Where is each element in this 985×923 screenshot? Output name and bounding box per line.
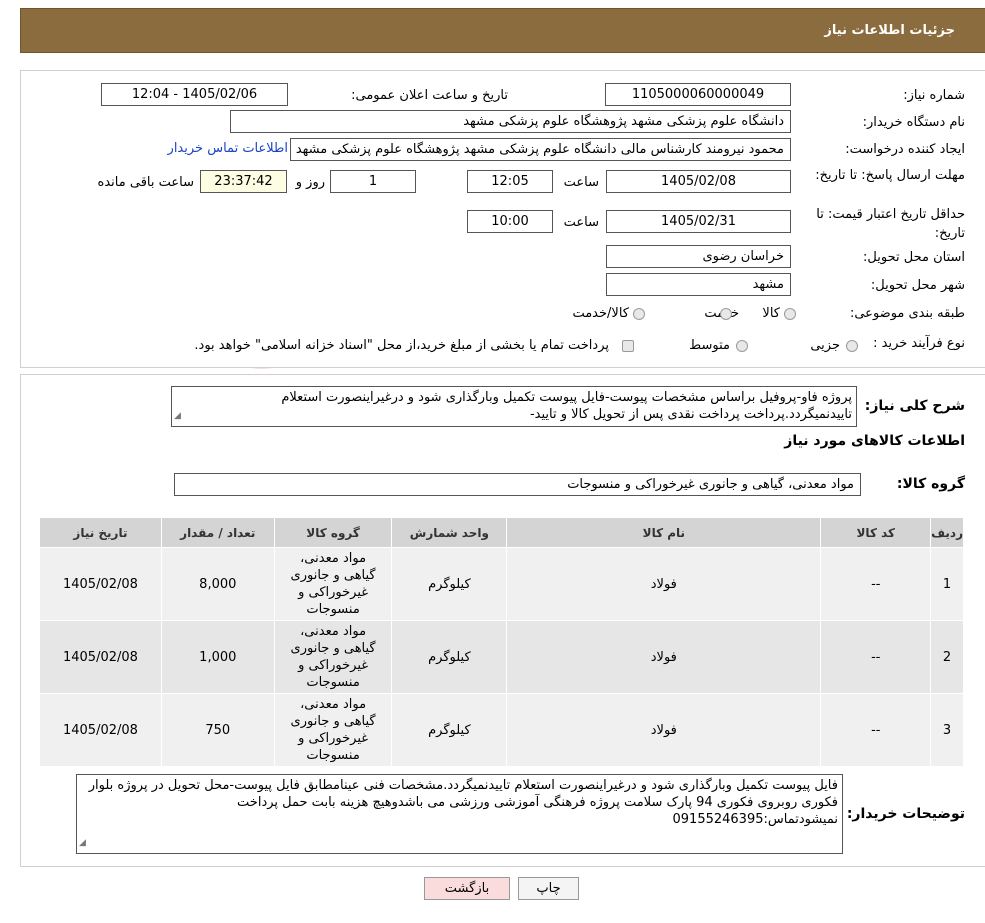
- buyer-org-field[interactable]: دانشگاه علوم پزشکی مشهد پژوهشگاه علوم پز…: [230, 110, 791, 133]
- price-validity-date-field[interactable]: 1405/02/31: [606, 210, 791, 233]
- cell-date: 1405/02/08: [39, 693, 162, 767]
- announce-datetime-field[interactable]: 1405/02/06 - 12:04: [101, 83, 288, 106]
- buyer-contact-link[interactable]: اطلاعات تماس خریدار: [168, 141, 288, 156]
- creator-label: ایجاد کننده درخواست:: [845, 142, 965, 157]
- remaining-time-field: 23:37:42: [200, 170, 287, 193]
- treasury-note: پرداخت تمام یا بخشی از مبلغ خرید،از محل …: [194, 338, 609, 353]
- col-header-qty: تعداد / مقدار: [160, 517, 275, 548]
- city-label: شهر محل تحویل:: [870, 278, 965, 293]
- cell-code: --: [820, 620, 932, 694]
- cell-group: مواد معدنی، گیاهی و جانوری غیرخوراکی و منسو…: [273, 693, 393, 767]
- col-header-group: گروه کالا: [273, 517, 393, 548]
- province-field[interactable]: خراسان رضوی: [606, 245, 791, 268]
- goods-section-title: اطلاعات کالاهای مورد نیاز: [784, 433, 965, 449]
- cell-unit: کیلوگرم: [391, 547, 508, 621]
- cell-qty: 8,000: [160, 547, 275, 621]
- cell-row: 3: [930, 693, 964, 767]
- province-label: استان محل تحویل:: [863, 250, 965, 265]
- col-header-date: تاریخ نیاز: [39, 517, 162, 548]
- need-number-field[interactable]: 1105000060000049: [605, 83, 791, 106]
- cell-row: 1: [930, 547, 964, 621]
- summary-text: پروژه فاو-پروفیل براساس مشخصات پیوست-فای…: [281, 390, 852, 422]
- announce-datetime-label: تاریخ و ساعت اعلان عمومی:: [351, 88, 508, 103]
- reply-deadline-date-field[interactable]: 1405/02/08: [606, 170, 791, 193]
- cell-unit: کیلوگرم: [391, 693, 508, 767]
- reply-deadline-time-label: ساعت: [563, 175, 599, 190]
- col-header-name: نام کالا: [506, 517, 822, 548]
- purchase-type-option-minor: جزیی: [810, 338, 840, 353]
- cell-date: 1405/02/08: [39, 547, 162, 621]
- purchase-type-label: نوع فرآیند خرید :: [873, 336, 965, 351]
- buyer-org-label: نام دستگاه خریدار:: [862, 115, 965, 130]
- cell-name: فولاد: [506, 620, 822, 694]
- category-option-goods: کالا: [762, 306, 780, 321]
- items-table-wrapper: ردیف کد کالا نام کالا واحد شمارش گروه کا…: [39, 517, 964, 767]
- price-validity-time-label: ساعت: [563, 215, 599, 230]
- items-table: ردیف کد کالا نام کالا واحد شمارش گروه کا…: [39, 517, 964, 767]
- reply-deadline-time-field[interactable]: 12:05: [467, 170, 553, 193]
- page-header: جزئیات اطلاعات نیاز: [20, 8, 985, 53]
- cell-name: فولاد: [506, 693, 822, 767]
- items-table-header: ردیف کد کالا نام کالا واحد شمارش گروه کا…: [39, 517, 964, 548]
- buyer-notes-text: فایل پیوست تکمیل وبارگذاری شود و درغیرای…: [88, 778, 838, 827]
- cell-code: --: [820, 693, 932, 767]
- price-validity-label: حداقل تاریخ اعتبار قیمت: تا تاریخ:: [816, 207, 965, 241]
- cell-group: مواد معدنی، گیاهی و جانوری غیرخوراکی و منسو…: [273, 620, 393, 694]
- col-header-row: ردیف: [930, 517, 964, 548]
- remaining-time-label: ساعت باقی مانده: [97, 175, 194, 190]
- cell-date: 1405/02/08: [39, 620, 162, 694]
- treasury-checkbox[interactable]: [622, 340, 634, 352]
- category-option-goods-service: کالا/خدمت: [572, 306, 629, 321]
- need-number-label: شماره نیاز:: [903, 88, 965, 103]
- cell-qty: 1,000: [160, 620, 275, 694]
- table-row: 3 -- فولاد کیلوگرم مواد معدنی، گیاهی و جا…: [39, 693, 964, 767]
- summary-label: شرح کلی نیاز:: [864, 398, 965, 414]
- category-service-radio[interactable]: [720, 308, 732, 320]
- creator-field[interactable]: محمود نیرومند کارشناس مالی دانشگاه علوم …: [290, 138, 791, 161]
- category-goods-service-radio[interactable]: [633, 308, 645, 320]
- print-button[interactable]: چاپ: [518, 877, 579, 900]
- cell-name: فولاد: [506, 547, 822, 621]
- cell-group: مواد معدنی، گیاهی و جانوری غیرخوراکی و منسو…: [273, 547, 393, 621]
- purchase-type-option-medium: متوسط: [689, 338, 730, 353]
- col-header-unit: واحد شمارش: [391, 517, 508, 548]
- table-row: 2 -- فولاد کیلوگرم مواد معدنی، گیاهی و جا…: [39, 620, 964, 694]
- cell-qty: 750: [160, 693, 275, 767]
- summary-textarea[interactable]: پروژه فاو-پروفیل براساس مشخصات پیوست-فای…: [171, 386, 857, 427]
- resize-handle-icon[interactable]: ◢: [174, 408, 181, 425]
- buyer-notes-label: توضیحات خریدار:: [846, 806, 965, 822]
- cell-row: 2: [930, 620, 964, 694]
- buyer-notes-textarea[interactable]: فایل پیوست تکمیل وبارگذاری شود و درغیرای…: [76, 774, 843, 854]
- remaining-days-field[interactable]: 1: [330, 170, 416, 193]
- purchase-type-medium-radio[interactable]: [736, 340, 748, 352]
- price-validity-time-field[interactable]: 10:00: [467, 210, 553, 233]
- resize-handle-icon[interactable]: ◢: [79, 835, 86, 852]
- table-row: 1 -- فولاد کیلوگرم مواد معدنی، گیاهی و جا…: [39, 547, 964, 621]
- city-field[interactable]: مشهد: [606, 273, 791, 296]
- col-header-code: کد کالا: [820, 517, 932, 548]
- category-label: طبقه بندی موضوعی:: [849, 306, 965, 321]
- goods-group-label: گروه کالا:: [896, 476, 965, 492]
- cell-unit: کیلوگرم: [391, 620, 508, 694]
- reply-deadline-label: مهلت ارسال پاسخ: تا تاریخ:: [815, 168, 965, 183]
- cell-code: --: [820, 547, 932, 621]
- back-button[interactable]: بازگشت: [424, 877, 510, 900]
- page-title: جزئیات اطلاعات نیاز: [824, 23, 955, 38]
- remaining-days-label: روز و: [295, 175, 325, 190]
- purchase-type-minor-radio[interactable]: [846, 340, 858, 352]
- goods-group-field[interactable]: مواد معدنی، گیاهی و جانوری غیرخوراکی و م…: [174, 473, 861, 496]
- category-goods-radio[interactable]: [784, 308, 796, 320]
